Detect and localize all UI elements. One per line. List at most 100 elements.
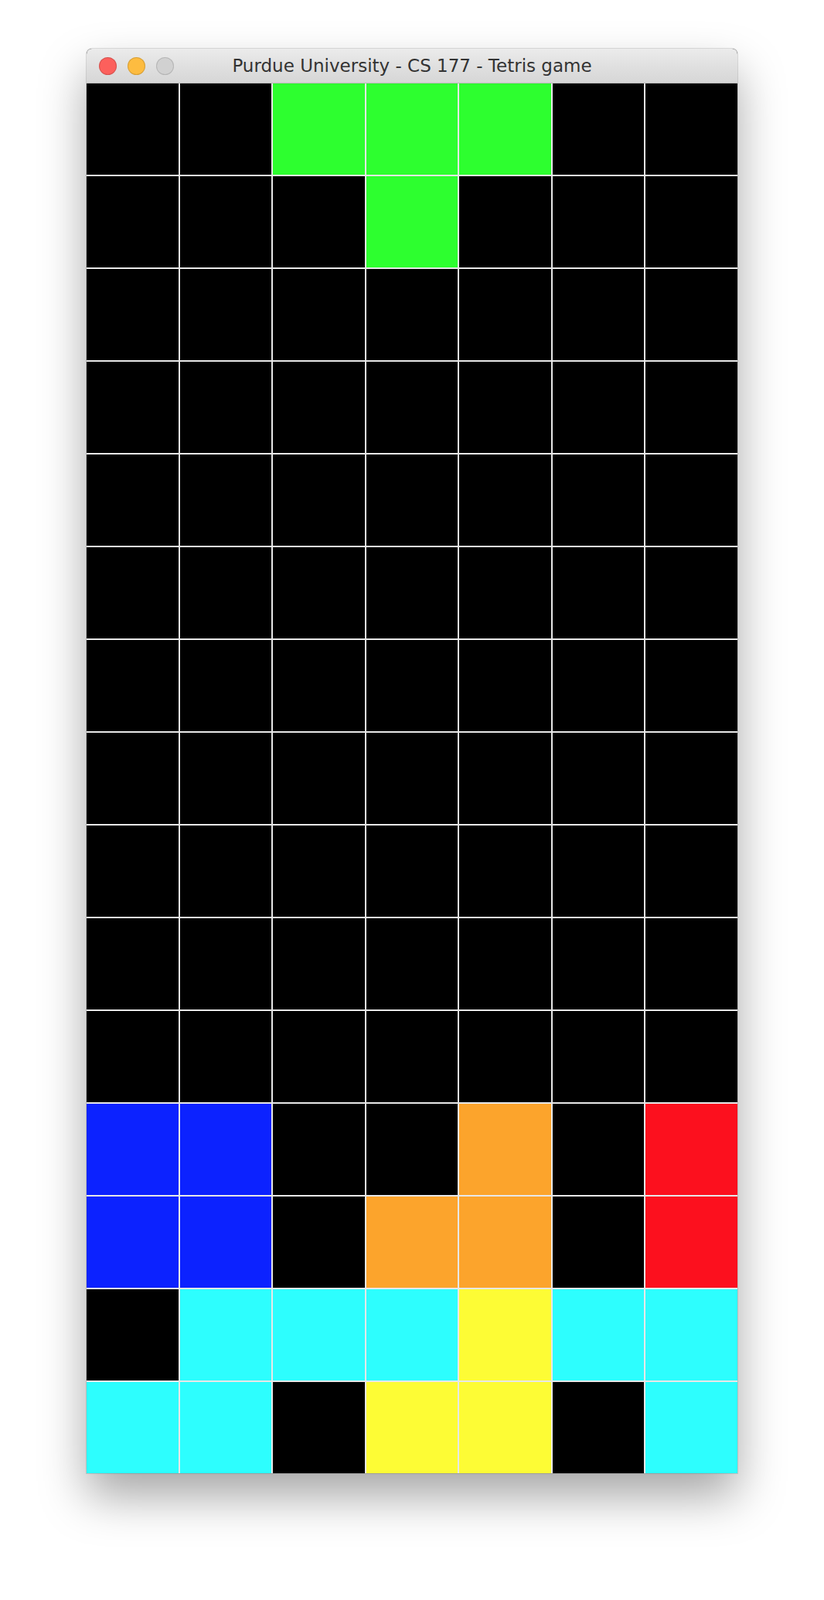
board-cell [459,1382,552,1474]
board-cell [645,732,738,824]
board-cell [645,1103,738,1196]
board-cell [272,176,365,268]
board-cell [86,1011,179,1103]
board-cell [366,918,459,1010]
board-cell [459,454,552,546]
game-window: Purdue University - CS 177 - Tetris game [86,48,738,1474]
board-cell [86,1289,179,1381]
board-cell [552,918,645,1010]
board-cell [552,268,645,361]
board-cell [180,268,273,361]
board-cell [366,1289,459,1381]
board-cell [645,176,738,268]
board-cell [272,268,365,361]
board-cell [86,176,179,268]
title-bar[interactable]: Purdue University - CS 177 - Tetris game [86,48,738,84]
board-cell [552,1382,645,1474]
board-cell [180,1289,273,1381]
board-cell [180,361,273,453]
desktop: Purdue University - CS 177 - Tetris game [0,0,824,1600]
board-cell [86,640,179,732]
board-cell [459,1103,552,1196]
board-cell [272,640,365,732]
zoom-button [156,57,174,75]
board-cell [552,1196,645,1288]
board-cell [86,732,179,824]
board-cell [272,918,365,1010]
board-cell [366,176,459,268]
board-cell [459,918,552,1010]
board-cell [645,547,738,639]
board-cell [366,361,459,453]
game-board [86,83,738,1474]
board-cell [552,547,645,639]
board-cell [366,1382,459,1474]
board-cell [272,1382,365,1474]
board-cell [366,640,459,732]
board-cell [180,547,273,639]
board-cell [552,361,645,453]
board-cell [366,732,459,824]
board-cell [459,547,552,639]
board-cell [272,1103,365,1196]
board-cell [86,547,179,639]
board-cell [459,640,552,732]
board-cell [645,1011,738,1103]
board-cell [180,83,273,175]
board-cell [366,547,459,639]
board-cell [366,1196,459,1288]
board-cell [459,268,552,361]
board-cell [366,825,459,917]
board-cell [180,1196,273,1288]
minimize-button[interactable] [127,57,146,75]
board-cell [645,361,738,453]
board-cell [645,1382,738,1474]
board-cell [459,1289,552,1381]
board-cell [180,454,273,546]
board-cell [645,1196,738,1288]
board-cell [180,1011,273,1103]
board-cell [180,176,273,268]
board-cell [552,83,645,175]
board-cell [86,825,179,917]
board-cell [552,732,645,824]
board-cell [180,640,273,732]
close-button[interactable] [98,57,117,75]
board-cell [272,1289,365,1381]
board-cell [459,361,552,453]
board-cell [86,1196,179,1288]
board-cell [645,640,738,732]
board-cell [366,83,459,175]
board-cell [366,1011,459,1103]
board-cell [272,732,365,824]
board-cell [272,825,365,917]
board-cell [552,825,645,917]
board-cell [552,454,645,546]
board-cell [86,83,179,175]
board-cell [272,547,365,639]
board-cell [645,454,738,546]
board-cell [180,825,273,917]
board-cell [552,176,645,268]
board-cell [272,1011,365,1103]
board-cell [645,1289,738,1381]
board-cell [645,918,738,1010]
board-cell [459,176,552,268]
board-cell [552,1103,645,1196]
board-cell [645,268,738,361]
window-title: Purdue University - CS 177 - Tetris game [146,49,677,82]
board-cell [459,83,552,175]
window-controls [98,48,174,83]
board-cell [459,825,552,917]
board-cell [272,361,365,453]
board-cell [180,918,273,1010]
board-cell [552,1289,645,1381]
board-cell [86,268,179,361]
board-cell [180,1382,273,1474]
board-cell [180,1103,273,1196]
board-cell [180,732,273,824]
board-cell [552,1011,645,1103]
board-cell [645,825,738,917]
board-cell [366,268,459,361]
board-cell [552,640,645,732]
